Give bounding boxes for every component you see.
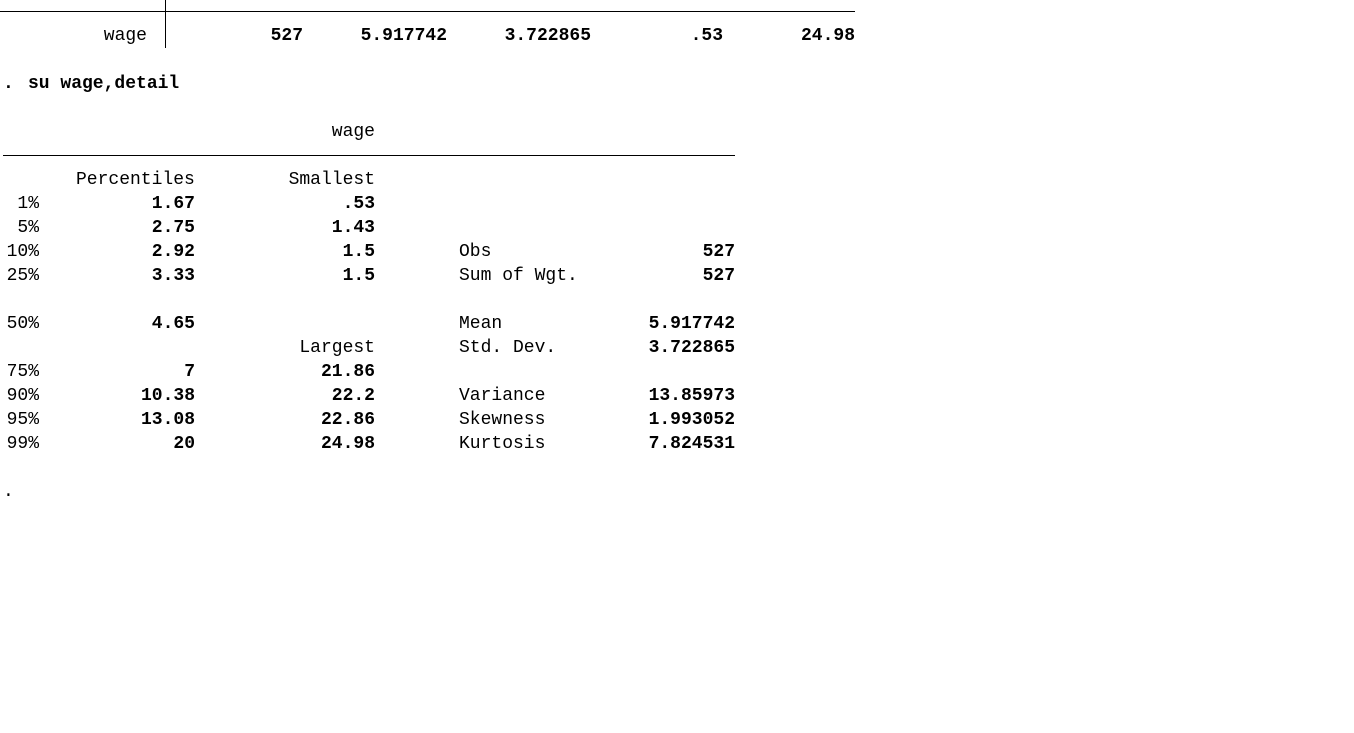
pct-value: 1.67 (151, 194, 195, 214)
pct-value: 20 (173, 434, 195, 454)
pct-value: 7 (184, 362, 195, 382)
command-text: su wage,detail (28, 74, 180, 94)
pct-label: 99% (6, 434, 39, 454)
stat-label-mean: Mean (459, 314, 503, 334)
summary-table-top-rule (0, 11, 855, 12)
summary-table-column-separator (165, 0, 166, 48)
pct-label: 90% (6, 386, 39, 406)
stat-label-kurtosis: Kurtosis (459, 434, 546, 454)
command-prompt-dot: . (3, 74, 14, 94)
stat-label-skewness: Skewness (459, 410, 546, 430)
stat-value-obs: 527 (702, 242, 735, 262)
stat-value-sum-of-wgt: 527 (702, 266, 735, 286)
stat-value-skewness: 1.993052 (648, 410, 735, 430)
stat-value-std-dev: 3.722865 (648, 338, 735, 358)
pct-label: 50% (6, 314, 39, 334)
largest-value: 24.98 (320, 434, 375, 454)
pct-label: 25% (6, 266, 39, 286)
percentiles-header: Percentiles (76, 170, 195, 190)
smallest-value: 1.5 (342, 266, 375, 286)
pct-label: 95% (6, 410, 39, 430)
largest-value: 22.2 (331, 386, 375, 406)
stat-value-variance: 13.85973 (648, 386, 735, 406)
pct-label: 10% (6, 242, 39, 262)
detail-header-rule (3, 155, 735, 156)
pct-value: 13.08 (140, 410, 195, 430)
stat-value-mean: 5.917742 (648, 314, 735, 334)
summary-row-obs: 527 (270, 26, 303, 46)
stat-label-obs: Obs (459, 242, 492, 262)
summary-row-variable: wage (103, 26, 147, 46)
summary-row-min: .53 (690, 26, 723, 46)
largest-value: 21.86 (320, 362, 375, 382)
pct-label: 75% (6, 362, 39, 382)
smallest-value: 1.5 (342, 242, 375, 262)
summary-row-std-dev: 3.722865 (504, 26, 591, 46)
stat-label-sum-of-wgt: Sum of Wgt. (459, 266, 578, 286)
detail-variable-title: wage (331, 122, 375, 142)
pct-label: 5% (17, 218, 39, 238)
smallest-value: 1.43 (331, 218, 375, 238)
largest-header: Largest (299, 338, 375, 358)
pct-value: 4.65 (151, 314, 195, 334)
smallest-header: Smallest (288, 170, 375, 190)
pct-value: 10.38 (140, 386, 195, 406)
pct-value: 2.92 (151, 242, 195, 262)
pct-value: 3.33 (151, 266, 195, 286)
summary-row-max: 24.98 (800, 26, 855, 46)
stat-label-variance: Variance (459, 386, 546, 406)
command-prompt[interactable]: . (3, 480, 14, 504)
largest-value: 22.86 (320, 410, 375, 430)
stat-value-kurtosis: 7.824531 (648, 434, 735, 454)
summary-row-mean: 5.917742 (360, 26, 447, 46)
pct-label: 1% (17, 194, 39, 214)
stat-label-std-dev: Std. Dev. (459, 338, 557, 358)
smallest-value: .53 (342, 194, 375, 214)
pct-value: 2.75 (151, 218, 195, 238)
